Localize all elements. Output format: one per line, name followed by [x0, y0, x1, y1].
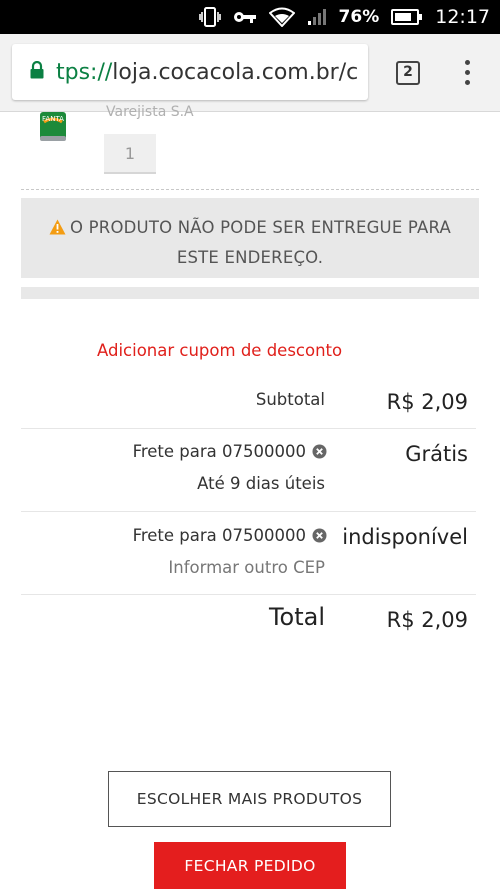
warning-text-line2: ESTE ENDEREÇO.: [176, 248, 324, 267]
vpn-key-icon: [233, 10, 257, 24]
battery-percent: 76%: [338, 7, 380, 27]
total-label: Total: [268, 603, 325, 631]
divider: [21, 189, 479, 190]
shipping2-value: indisponível: [342, 525, 468, 549]
warning-text-line1: O PRODUTO NÃO PODE SER ENTREGUE PARA: [70, 218, 451, 237]
shipping1-label-text: Frete para 07500000: [132, 442, 306, 461]
remove-cep-icon[interactable]: [312, 444, 327, 463]
url-text: tps://loja.cocacola.com.br/c: [56, 60, 358, 85]
vibrate-icon: [198, 7, 221, 27]
warning-triangle-icon: [49, 216, 66, 244]
remove-cep-icon[interactable]: [312, 528, 327, 547]
svg-text:FANTA: FANTA: [42, 115, 64, 123]
url-host: loja.cocacola.com.br/c: [112, 59, 359, 85]
browser-toolbar: tps://loja.cocacola.com.br/c 2: [0, 34, 500, 112]
battery-icon: [391, 8, 423, 26]
tab-switcher-button[interactable]: 2: [396, 61, 420, 85]
checkout-button[interactable]: FECHAR PEDIDO: [154, 842, 346, 889]
row-separator: [21, 428, 476, 429]
shipping2-label-text: Frete para 07500000: [132, 526, 306, 545]
add-coupon-link[interactable]: Adicionar cupom de desconto: [97, 341, 342, 360]
menu-kebab-icon[interactable]: [462, 60, 472, 86]
choose-more-products-button[interactable]: ESCOLHER MAIS PRODUTOS: [108, 771, 391, 827]
row-separator: [21, 594, 476, 595]
clock: 12:17: [435, 6, 490, 28]
product-image: FANTA: [38, 112, 68, 142]
status-bar: 76% 12:17: [0, 0, 500, 34]
shipping2-label: Frete para 07500000: [133, 526, 327, 547]
url-scheme: tps://: [56, 59, 113, 85]
quantity-field[interactable]: 1: [104, 134, 156, 174]
change-cep-link[interactable]: Informar outro CEP: [168, 558, 325, 577]
row-separator: [21, 511, 476, 512]
wifi-icon: [268, 7, 295, 27]
address-bar[interactable]: tps://loja.cocacola.com.br/c: [12, 44, 368, 100]
lock-icon: [30, 60, 44, 83]
shipping1-label: Frete para 07500000: [133, 442, 327, 463]
shipping1-value: Grátis: [405, 442, 468, 466]
product-seller: Varejista S.A: [106, 104, 194, 120]
signal-icon: [307, 8, 327, 26]
total-value: R$ 2,09: [386, 608, 468, 632]
section-divider-bar: [21, 287, 479, 299]
subtotal-value: R$ 2,09: [386, 390, 468, 414]
subtotal-label: Subtotal: [255, 390, 325, 409]
delivery-warning: O PRODUTO NÃO PODE SER ENTREGUE PARA EST…: [21, 198, 479, 278]
shipping1-detail: Até 9 dias úteis: [197, 474, 325, 493]
